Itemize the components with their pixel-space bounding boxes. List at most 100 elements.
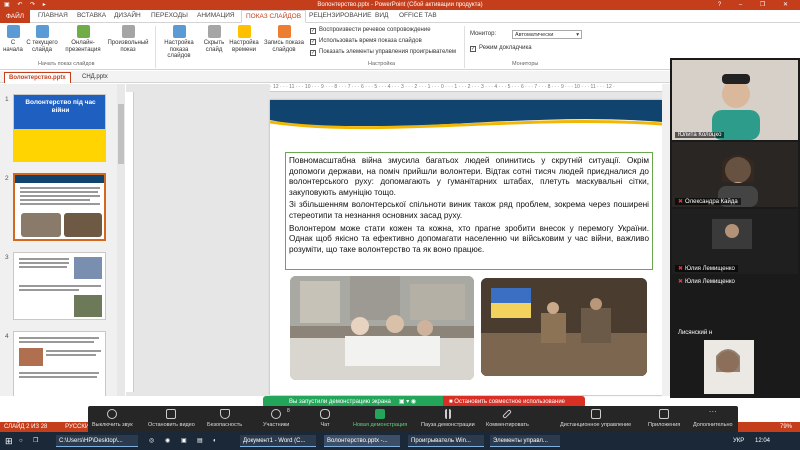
volunteers-food-photo[interactable]	[290, 276, 474, 380]
chat-button[interactable]: Чат	[320, 409, 330, 428]
share-screen-icon	[375, 409, 386, 419]
mic-muted-icon: ✖	[678, 266, 684, 272]
custom-show-button[interactable]: Произвольный показ	[104, 25, 152, 53]
record-slideshow-button[interactable]: Запись показа слайдов	[261, 25, 307, 53]
annotate-button[interactable]: Комментировать	[486, 409, 529, 428]
timer-icon	[237, 25, 251, 38]
chrome-icon[interactable]: ◎	[146, 435, 157, 447]
custom-show-icon	[121, 25, 135, 38]
slide-paragraph-3: Волонтером може стати кожен та кожна, хт…	[289, 223, 649, 254]
thumb-photo	[21, 213, 61, 237]
tab-review[interactable]: РЕЦЕНЗИРОВАНИЕ	[309, 12, 372, 19]
thumb-text-line	[19, 376, 97, 378]
rehearse-timings-button[interactable]: Настройка времени	[228, 25, 260, 53]
tab-insert[interactable]: ВСТАВКА	[77, 12, 106, 19]
setup-slideshow-button[interactable]: Настройка показа слайдов	[158, 25, 200, 60]
participant-tile[interactable]: Лисянский н	[672, 328, 798, 396]
windows-start-icon[interactable]: ⊞	[2, 435, 16, 447]
hide-slide-button[interactable]: Скрыть слайд	[201, 25, 227, 53]
pause-icon	[444, 409, 451, 419]
current-slide[interactable]: Повномасштабна війна змусила багатьох лю…	[270, 100, 662, 395]
thumb-text-line	[46, 350, 101, 352]
online-presentation-button[interactable]: Онлайн-презентация	[62, 25, 104, 53]
thumbnails-scrollbar[interactable]	[117, 84, 125, 396]
search-icon[interactable]: ○	[16, 435, 26, 447]
taskbar-app-explorer[interactable]: C:\Users\HP\Desktop\...	[56, 435, 138, 447]
thumb-banner	[15, 175, 104, 183]
participant-name: ✖ Юлия Лемищенко	[678, 279, 735, 285]
doc-tab-snd[interactable]: СНД.pptx	[78, 72, 112, 83]
taskbar-app-powerpoint[interactable]: Волонтерство.pptx -...	[324, 435, 400, 447]
clock[interactable]: 12:04	[752, 435, 773, 447]
doc-tab-volunteering[interactable]: Волонтерство.pptx	[4, 72, 71, 83]
slide-paragraph-2: Зі збільшенням волонтерської спільноти в…	[289, 200, 649, 220]
slide-number: 4	[5, 333, 9, 340]
edge-icon[interactable]: ◐	[210, 435, 220, 447]
taskbar-app-controls[interactable]: Элементы управл...	[490, 435, 560, 447]
from-current-slide-button[interactable]: С текущего слайда	[24, 25, 60, 53]
slide-paragraph-1: Повномасштабна війна змусила багатьох лю…	[289, 156, 649, 197]
thumb-text-line	[20, 203, 100, 205]
thumb-text-line	[19, 341, 94, 343]
participant-tile[interactable]: Юлита Колоцко	[672, 60, 798, 140]
thumb-text-line	[20, 187, 100, 189]
participant-tile[interactable]: ✖ Юлия Лемищенко	[672, 276, 798, 326]
thumb-photo	[74, 257, 102, 279]
tab-design[interactable]: ДИЗАЙН	[114, 12, 141, 19]
pause-share-button[interactable]: Пауза демонстрации	[421, 409, 475, 428]
slide-text-box[interactable]: Повномасштабна війна змусила багатьох лю…	[285, 152, 653, 270]
new-share-button[interactable]: Новая демонстрация	[353, 409, 407, 428]
volunteers-warehouse-photo[interactable]	[481, 278, 647, 376]
remote-control-button[interactable]: Дистанционное управление	[560, 409, 631, 428]
stop-video-button[interactable]: Остановить видео	[148, 409, 195, 428]
tab-office-tab[interactable]: OFFICE TAB	[399, 12, 437, 19]
monitor-select[interactable]: Автоматически ▾	[512, 30, 582, 39]
use-timings-checkbox[interactable]: ✓ Использовать время показа слайдов	[310, 38, 422, 45]
tab-transitions[interactable]: ПЕРЕХОДЫ	[151, 12, 188, 19]
tab-animation[interactable]: АНИМАЦИЯ	[197, 12, 235, 19]
scrollbar-thumb[interactable]	[118, 104, 124, 164]
tab-home[interactable]: ГЛАВНАЯ	[38, 12, 68, 19]
yandex-icon[interactable]: ◉	[162, 435, 173, 447]
vertical-ruler	[126, 92, 134, 392]
participant-tile[interactable]: ✖ Юлия Лемищенко	[672, 209, 798, 274]
zoom-percent[interactable]: 79%	[780, 422, 792, 432]
photo-illustration-icon	[481, 278, 647, 376]
globe-icon	[76, 25, 90, 38]
task-view-icon[interactable]: ❐	[30, 435, 41, 447]
slide-thumbnail-2[interactable]	[13, 173, 106, 241]
slide-thumbnail-3[interactable]	[13, 252, 106, 320]
slide-thumbnail-1[interactable]: Волонтерство під час війни	[13, 94, 106, 162]
taskbar-app-media-player[interactable]: Проигрыватель Win...	[408, 435, 484, 447]
presenter-view-checkbox[interactable]: ✓ Режим докладчика	[470, 45, 532, 52]
window-controls[interactable]: ? – ❐ ✕	[718, 0, 796, 10]
input-language[interactable]: УКР	[730, 435, 747, 447]
more-icon: ···	[708, 407, 717, 416]
mute-button[interactable]: Выключить звук	[92, 409, 133, 428]
play-narrations-checkbox[interactable]: ✓ Воспроизвести речевое сопровождение	[310, 27, 431, 34]
quick-access-toolbar[interactable]: ▣ ↶ ↷ ▸	[4, 0, 49, 10]
tab-view[interactable]: ВИД	[375, 12, 388, 19]
tab-file[interactable]: ФАЙЛ	[0, 10, 31, 23]
more-button[interactable]: ··· Дополнительно	[693, 407, 733, 429]
apps-icon	[659, 409, 670, 419]
group-label-setup: Настройка	[368, 61, 396, 67]
tab-slideshow[interactable]: ПОКАЗ СЛАЙДОВ	[241, 10, 307, 23]
participants-button[interactable]: Участники 8	[263, 408, 290, 428]
from-beginning-button[interactable]: С начала	[2, 25, 24, 53]
zoom-app-icon[interactable]: ▣	[178, 435, 190, 447]
folder-icon[interactable]: ▤	[194, 435, 206, 447]
slide-thumbnail-4[interactable]	[13, 331, 106, 396]
thumb-photo	[19, 348, 43, 366]
share-controls-icon[interactable]: ▣ ▾ ◉	[399, 399, 416, 405]
security-button[interactable]: Безопасность	[207, 409, 242, 428]
play-icon	[6, 25, 20, 38]
show-media-controls-checkbox[interactable]: ✓ Показать элементы управления проигрыват…	[310, 49, 456, 56]
slide-scrollbar[interactable]	[662, 84, 670, 396]
shield-icon	[219, 409, 230, 419]
apps-button[interactable]: Приложения	[648, 409, 680, 428]
group-label-monitors: Мониторы	[512, 61, 539, 67]
taskbar-app-word[interactable]: Документ1 - Word (С...	[240, 435, 316, 447]
participant-tile[interactable]: ✖ Олександра Кайда	[672, 142, 798, 207]
checkbox-checked-icon: ✓	[470, 46, 476, 52]
